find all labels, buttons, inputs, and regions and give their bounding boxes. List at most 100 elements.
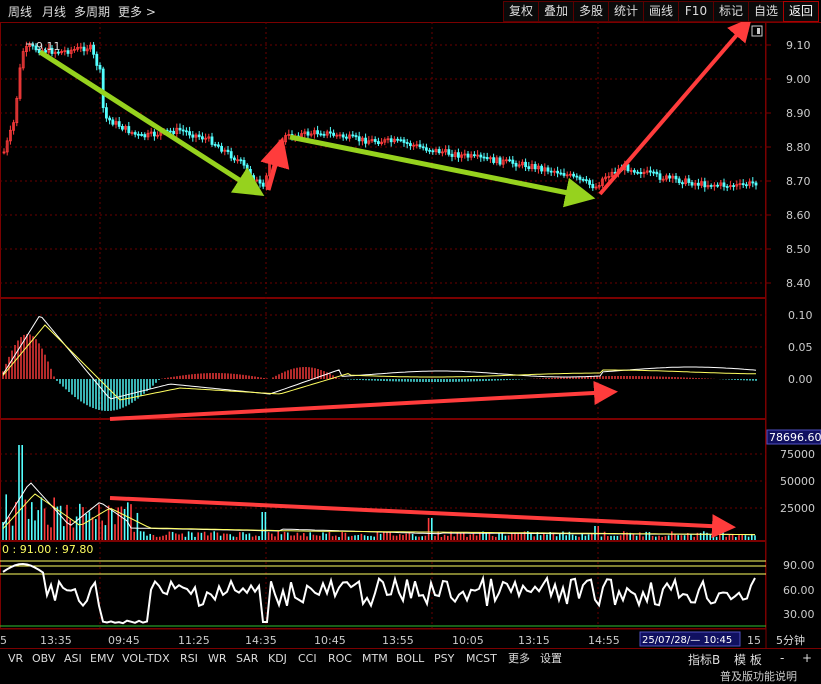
volume-tick: 75000 [780, 448, 815, 461]
template-button[interactable]: 模 板 [734, 651, 762, 668]
price-candles [2, 41, 758, 192]
draw-line-button[interactable]: 画线 [643, 1, 679, 22]
tab-roc[interactable]: ROC [328, 651, 352, 667]
time-axis: 5 13:35 09:45 11:25 14:35 10:45 13:55 10… [0, 628, 805, 647]
multi-stock-button[interactable]: 多股 [573, 1, 609, 22]
candle-body [674, 175, 678, 180]
candle-body [754, 182, 758, 186]
candle-body [514, 162, 518, 167]
candle-body [559, 172, 563, 175]
statistics-button[interactable]: 统计 [608, 1, 644, 22]
tab-emv[interactable]: EMV [90, 651, 114, 667]
tab-psy[interactable]: PSY [434, 651, 454, 667]
tab-rsi[interactable]: RSI [180, 651, 198, 667]
candle-body [431, 150, 435, 153]
tab-sar[interactable]: SAR [236, 651, 258, 667]
tab-boll[interactable]: BOLL [396, 651, 424, 667]
candle-body [428, 149, 432, 152]
price-tick: 8.80 [786, 141, 811, 154]
tab-mtm[interactable]: MTM [362, 651, 388, 667]
back-button[interactable]: 返回 [783, 1, 819, 22]
multi-period-button[interactable]: 多周期 [74, 3, 110, 20]
candle-body [508, 159, 512, 162]
more-button[interactable]: 更多 > [118, 3, 156, 20]
tab-wr[interactable]: WR [208, 651, 227, 667]
candle-body [258, 179, 262, 184]
candle-body [732, 185, 735, 187]
candle-body [229, 151, 233, 159]
f10-button[interactable]: F10 [678, 1, 714, 22]
vr-tick: 30.00 [783, 608, 815, 621]
candle-body [220, 145, 224, 152]
zoom-out-button[interactable]: - [780, 651, 784, 665]
overlay-button[interactable]: 叠加 [538, 1, 574, 22]
candle-body [239, 159, 243, 162]
stock-chart[interactable]: 9.11 9.10 9.00 8.90 8.80 8.70 8.60 8.50 … [0, 22, 821, 648]
candle-body [405, 142, 409, 144]
tab-mcst[interactable]: MCST [466, 651, 497, 667]
candle-body [127, 126, 131, 134]
candle-body [140, 134, 144, 136]
macd-tick: 0.10 [788, 309, 813, 322]
volume-tick: 25000 [780, 502, 815, 515]
vr-header-values: 0 : 91.00 : 97.80 [2, 543, 93, 556]
candle-body [687, 178, 691, 183]
candle-body [344, 136, 348, 139]
macd-axis: 0.10 0.05 0.00 [788, 309, 813, 386]
candle-body [306, 131, 310, 136]
candle-body [357, 136, 361, 142]
time-label: 14:55 [588, 634, 620, 647]
tab-obv[interactable]: OBV [32, 651, 55, 667]
candle-body [482, 156, 486, 159]
indicator-b-button[interactable]: 指标B [688, 651, 720, 668]
candle-body [456, 152, 460, 158]
candle-body [527, 166, 531, 169]
high-price-label: 9.11 [36, 40, 61, 53]
zoom-in-button[interactable]: + [802, 651, 812, 665]
candle-body [581, 178, 585, 181]
candle-body [136, 133, 140, 136]
tab-kdj[interactable]: KDJ [268, 651, 287, 667]
candle-body [143, 134, 147, 138]
time-label: 10:05 [452, 634, 484, 647]
candle-body [178, 127, 182, 131]
candle-body [591, 183, 595, 189]
candle-body [450, 153, 454, 157]
grid-layer [0, 22, 767, 648]
candle-body [332, 132, 336, 136]
monthly-button[interactable]: 月线 [42, 3, 66, 20]
candle-body [575, 175, 579, 178]
candle-body [562, 173, 566, 176]
candle-body [649, 170, 652, 173]
mark-button[interactable]: 标记 [713, 1, 749, 22]
candle-body [213, 144, 217, 146]
weekly-button[interactable]: 周线 [8, 3, 32, 20]
candle-body [479, 154, 483, 158]
restore-rights-button[interactable]: 复权 [503, 1, 539, 22]
price-axis: 9.10 9.00 8.90 8.80 8.70 8.60 8.50 8.40 [766, 39, 811, 290]
tab-settings[interactable]: 设置 [540, 651, 562, 667]
macd-dif-line [2, 316, 757, 400]
candle-body [117, 121, 121, 127]
tab-vol-tdx[interactable]: VOL-TDX [122, 651, 170, 667]
candle-body [98, 65, 102, 70]
candle-body [639, 171, 643, 174]
tab-more[interactable]: 更多 [508, 651, 530, 667]
candle-body [188, 131, 192, 136]
tab-cci[interactable]: CCI [298, 651, 317, 667]
tab-asi[interactable]: ASI [64, 651, 82, 667]
candle-body [108, 117, 111, 121]
vr-tick: 90.00 [783, 559, 815, 572]
price-tick: 8.50 [786, 243, 811, 256]
candle-body [408, 143, 412, 147]
candle-body [697, 182, 700, 186]
candle-body [152, 131, 156, 137]
candle-body [498, 157, 502, 165]
candle-body [316, 130, 320, 135]
watchlist-button[interactable]: 自选 [748, 1, 784, 22]
candle-body [399, 139, 403, 142]
candle-body [524, 161, 527, 168]
time-label: 13:35 [40, 634, 72, 647]
tab-vr[interactable]: VR [8, 651, 23, 667]
candle-body [184, 130, 188, 133]
